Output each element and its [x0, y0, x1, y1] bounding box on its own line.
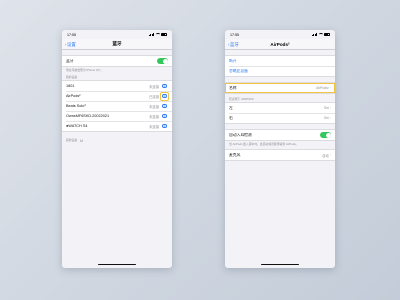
battery-icon [161, 33, 167, 36]
microphone-value: 自动 [322, 153, 329, 158]
status-icons [312, 33, 330, 36]
ear-detection-label: 自动入耳检测 [229, 132, 252, 137]
ear-detection-group: 自动入耳检测 [225, 129, 335, 141]
chevron-right-icon: › [329, 106, 331, 110]
left-label: 左 [229, 105, 233, 110]
loading-spinner-icon [79, 138, 83, 142]
forget-label: 忽略此设备 [229, 68, 248, 73]
nav-bar: ‹ 蓝牙 AirPods² [225, 39, 335, 50]
status-bar: 17:55 [62, 30, 172, 39]
tap-settings-group: 左 Siri › 右 Siri › [225, 102, 335, 124]
right-airpod-row[interactable]: 右 Siri › [225, 113, 335, 123]
wifi-icon [155, 33, 160, 36]
press-hold-header: 轻点两下 AIRPODS [229, 97, 254, 101]
connection-actions-group: 断开 忽略此设备 [225, 55, 335, 77]
name-value: AirPods² [316, 86, 329, 90]
device-status: 已连接 [149, 94, 159, 99]
device-row[interactable]: Beats Solo³ 未连接 i [62, 101, 172, 111]
device-name: Beats Solo³ [66, 104, 86, 109]
device-name: OwnsMF6SKD.20022021 [66, 114, 110, 119]
bluetooth-row: 蓝牙 [62, 56, 172, 66]
microphone-row[interactable]: 麦克风 自动 › [225, 150, 335, 160]
device-status: 未连接 [149, 124, 159, 129]
right-value: Siri [324, 116, 329, 120]
my-devices-header: 我的设备 [66, 75, 78, 80]
status-time: 17:55 [230, 32, 239, 37]
info-icon: i [162, 93, 167, 99]
chevron-right-icon: › [329, 86, 331, 90]
my-devices-list: 1801 未连接 i AirPods² 已连接 i Beats Solo³ 未连… [62, 80, 172, 133]
device-row[interactable]: OwnsMF6SKD.20022021 未连接 i [62, 111, 172, 121]
device-name: ●WATCH S4 [66, 124, 88, 129]
ear-detection-toggle[interactable] [320, 132, 331, 138]
microphone-label: 麦克风 [229, 152, 241, 157]
device-row[interactable]: AirPods² 已连接 i [62, 91, 172, 101]
page-title: 蓝牙 [112, 41, 122, 46]
chevron-right-icon: › [329, 116, 331, 120]
other-devices-header: 其他设备 [62, 132, 172, 143]
status-bar: 17:55 [225, 30, 335, 39]
page-title: AirPods² [270, 41, 290, 47]
device-name: AirPods² [66, 94, 81, 99]
disconnect-button[interactable]: 断开 [225, 56, 335, 66]
disconnect-label: 断开 [229, 58, 237, 63]
info-button-highlighted[interactable]: i [160, 91, 169, 101]
wifi-icon [318, 33, 323, 36]
info-button[interactable]: i [161, 113, 168, 120]
bluetooth-label: 蓝牙 [66, 58, 74, 63]
device-status: 未连接 [149, 104, 159, 109]
microphone-group: 麦克风 自动 › [225, 149, 335, 162]
battery-icon [324, 33, 330, 36]
home-indicator[interactable] [98, 263, 136, 265]
chevron-right-icon: › [329, 153, 331, 158]
info-button[interactable]: i [161, 83, 168, 90]
name-label: 名称 [229, 85, 237, 90]
nav-bar: ‹ 设置 蓝牙 [62, 39, 172, 50]
info-button[interactable]: i [161, 123, 168, 130]
forget-device-button[interactable]: 忽略此设备 [225, 66, 335, 76]
status-icons [149, 33, 167, 36]
info-icon: i [162, 123, 167, 129]
left-airpod-row[interactable]: 左 Siri › [225, 103, 335, 113]
bluetooth-toggle[interactable] [157, 58, 168, 64]
back-label: 设置 [66, 41, 76, 47]
right-label: 右 [229, 115, 233, 120]
device-status: 未连接 [149, 114, 159, 119]
back-label: 蓝牙 [229, 41, 239, 47]
other-devices-label: 其他设备 [66, 138, 78, 143]
device-row[interactable]: 1801 未连接 i [62, 81, 172, 91]
airpods-detail-screen: 17:55 ‹ 蓝牙 AirPods² 断开 忽略此设备 名称 AirPods²… [225, 30, 335, 268]
device-row[interactable]: ●WATCH S4 未连接 i [62, 121, 172, 131]
info-icon: i [162, 83, 167, 89]
info-button[interactable]: i [161, 103, 168, 110]
info-icon: i [162, 103, 167, 109]
bluetooth-toggle-group: 蓝牙 [62, 55, 172, 67]
name-row[interactable]: 名称 AirPods² › [225, 83, 335, 93]
home-indicator[interactable] [261, 263, 299, 265]
name-group: 名称 AirPods² › [225, 82, 335, 94]
signal-icon [312, 33, 317, 36]
signal-icon [149, 33, 154, 36]
ear-detection-row: 自动入耳检测 [225, 130, 335, 140]
status-time: 17:55 [67, 32, 76, 37]
device-name: 1801 [66, 84, 75, 89]
bluetooth-screen: 17:55 ‹ 设置 蓝牙 蓝牙 现在可被发现为“iPhone (5)”。 我的… [62, 30, 172, 268]
left-value: Siri [324, 106, 329, 110]
back-button[interactable]: ‹ 蓝牙 [228, 39, 239, 50]
device-status: 未连接 [149, 84, 159, 89]
back-button[interactable]: ‹ 设置 [65, 39, 76, 50]
info-icon: i [162, 113, 167, 119]
